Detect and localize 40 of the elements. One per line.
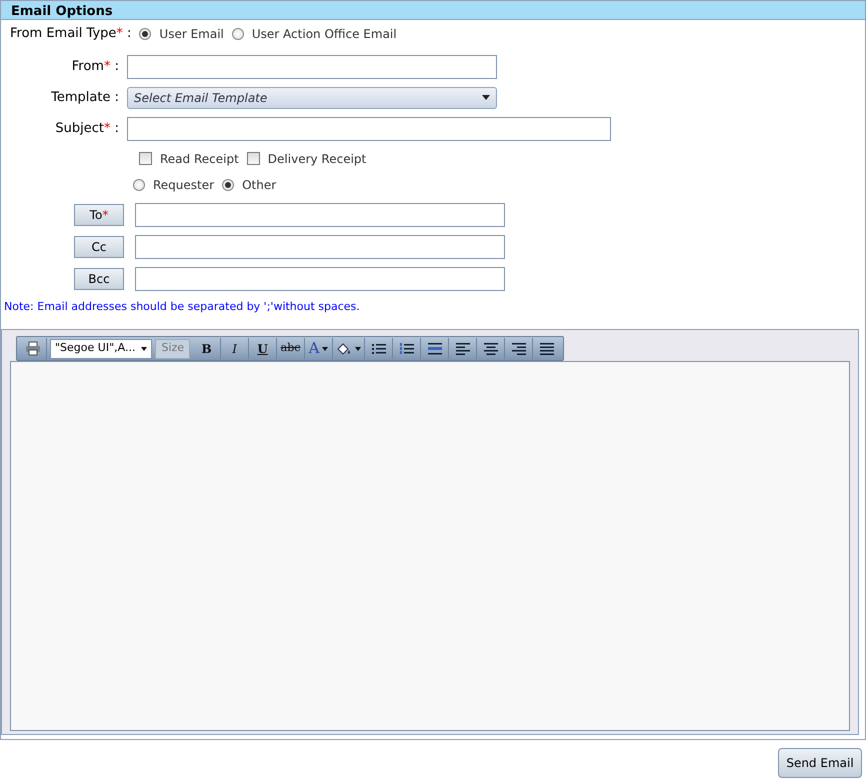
field-label: Subject* :: [54, 120, 120, 138]
address-button[interactable]: Bcc: [74, 268, 124, 290]
caret-icon: [322, 346, 328, 350]
caret-icon: [482, 95, 490, 100]
paint-bucket-icon: [336, 342, 352, 356]
print-icon: [24, 341, 40, 356]
justify-icon: [540, 342, 554, 354]
radio-option[interactable]: User Action Office Email: [232, 24, 397, 43]
address-field[interactable]: [135, 202, 505, 226]
address-field[interactable]: [135, 234, 505, 258]
caret-icon: [355, 346, 362, 350]
field-label: From Email Type* :: [10, 25, 132, 43]
text-field[interactable]: [127, 54, 497, 78]
underline-button[interactable]: U: [249, 338, 278, 359]
address-field[interactable]: [135, 266, 505, 290]
checkbox-option[interactable]: Delivery Receipt: [246, 150, 366, 168]
bulleted-list-icon: [372, 342, 386, 354]
field-label: From* :: [70, 58, 120, 76]
caret-icon: [141, 346, 148, 350]
strikethrough-button[interactable]: abc: [277, 338, 306, 359]
radio-option[interactable]: Requester: [133, 176, 214, 194]
radio-option[interactable]: Other: [222, 176, 276, 194]
font-dropdown[interactable]: "Segoe UI",A...: [50, 338, 152, 358]
section-title: Email Options: [1, 0, 865, 20]
bold-button[interactable]: B: [193, 338, 222, 359]
send-email-button[interactable]: Send Email: [778, 748, 862, 778]
field-label: Template :: [50, 88, 120, 107]
align-left-icon: [456, 342, 470, 354]
align-center-icon: [484, 342, 498, 354]
radio-option[interactable]: User Email: [139, 24, 224, 43]
address-button[interactable]: Cc: [74, 236, 124, 258]
note-text: Note: Email addresses should be separated by ';'without spaces.: [3, 298, 361, 314]
template-dropdown[interactable]: Select Email Template: [127, 86, 497, 108]
horizontal-rule-icon: [428, 342, 442, 354]
numbered-list-icon: [400, 342, 414, 354]
checkbox-option[interactable]: Read Receipt: [139, 150, 239, 168]
address-button[interactable]: To*: [74, 204, 124, 226]
italic-button[interactable]: I: [221, 338, 250, 359]
text-field[interactable]: [127, 116, 611, 140]
align-right-icon: [512, 342, 526, 354]
